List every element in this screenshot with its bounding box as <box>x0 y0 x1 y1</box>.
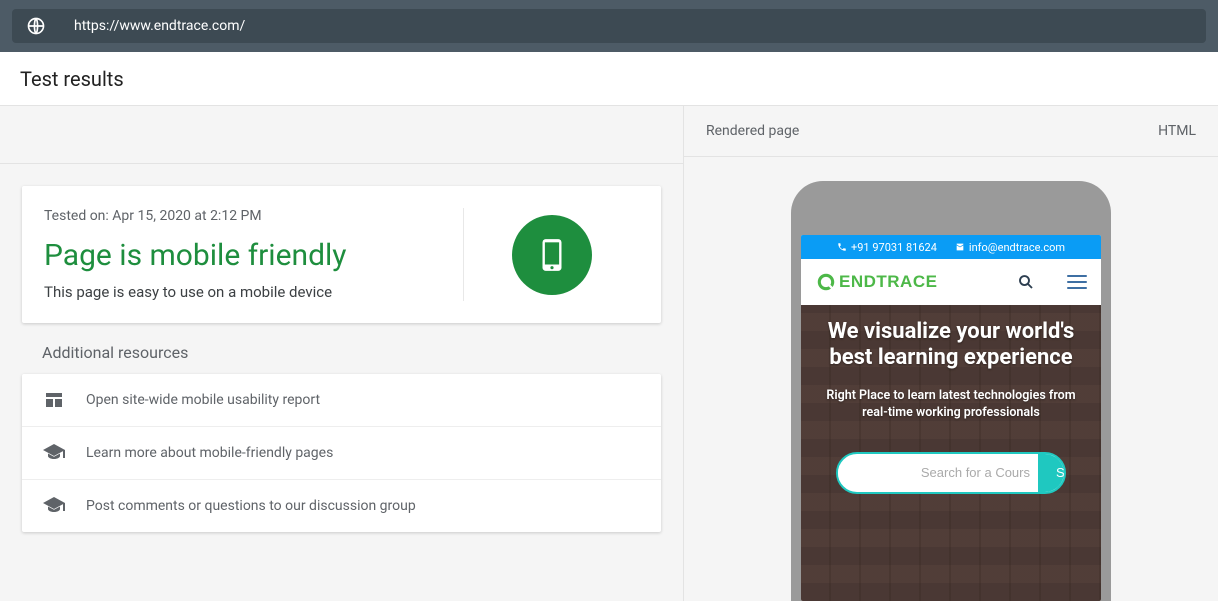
site-topbar: +91 97031 81624 info@endtrace.com <box>801 235 1101 259</box>
phone-icon <box>837 242 847 252</box>
resource-discussion-group[interactable]: Post comments or questions to our discus… <box>22 480 661 532</box>
right-panel: Rendered page HTML +91 97031 81624 info@… <box>684 106 1218 601</box>
device-frame: +91 97031 81624 info@endtrace.com ENDTRA… <box>791 181 1111 601</box>
left-panel: Tested on: Apr 15, 2020 at 2:12 PM Page … <box>0 106 684 601</box>
logo-text: ENDTRACE <box>839 272 937 292</box>
hamburger-menu-icon[interactable] <box>1067 275 1087 289</box>
topbar-email[interactable]: info@endtrace.com <box>955 241 1065 254</box>
topbar-phone[interactable]: +91 97031 81624 <box>837 241 937 254</box>
resource-usability-report[interactable]: Open site-wide mobile usability report <box>22 374 661 427</box>
resource-learn-more[interactable]: Learn more about mobile-friendly pages <box>22 427 661 480</box>
search-icon[interactable] <box>1017 273 1035 291</box>
browser-url-bar: https://www.endtrace.com/ <box>0 0 1218 52</box>
rendered-page-label: Rendered page <box>706 123 799 139</box>
course-search-box: Search <box>836 452 1066 494</box>
device-preview-area: +91 97031 81624 info@endtrace.com ENDTRA… <box>684 157 1218 601</box>
mail-icon <box>955 242 965 252</box>
result-badge-container <box>463 208 639 301</box>
course-search-input[interactable] <box>838 465 1038 480</box>
resource-label: Open site-wide mobile usability report <box>86 392 320 408</box>
mobile-friendly-badge <box>512 215 592 295</box>
course-search-button[interactable]: Search <box>1038 454 1066 492</box>
resource-label: Post comments or questions to our discus… <box>86 498 416 514</box>
globe-icon <box>26 16 46 36</box>
result-title: Page is mobile friendly <box>44 238 463 273</box>
logo-mark-icon <box>815 271 837 293</box>
hero-title: We visualize your world's best learning … <box>819 319 1083 372</box>
site-header: ENDTRACE <box>801 259 1101 305</box>
school-icon <box>42 494 66 518</box>
main-content: Tested on: Apr 15, 2020 at 2:12 PM Page … <box>0 106 1218 601</box>
web-icon <box>42 388 66 412</box>
resources-card: Open site-wide mobile usability report L… <box>22 374 661 532</box>
smartphone-icon <box>533 236 571 274</box>
right-panel-header: Rendered page HTML <box>684 106 1218 157</box>
result-subtitle: This page is easy to use on a mobile dev… <box>44 283 463 301</box>
page-title: Test results <box>20 67 124 91</box>
hero-subtitle: Right Place to learn latest technologies… <box>819 388 1083 422</box>
resource-label: Learn more about mobile-friendly pages <box>86 445 333 461</box>
url-text[interactable]: https://www.endtrace.com/ <box>74 18 245 34</box>
logo[interactable]: ENDTRACE <box>815 271 937 293</box>
hero-section: We visualize your world's best learning … <box>801 305 1101 601</box>
tested-on-text: Tested on: Apr 15, 2020 at 2:12 PM <box>44 208 463 224</box>
page-header: Test results <box>0 52 1218 106</box>
html-tab[interactable]: HTML <box>1158 123 1196 139</box>
url-input-container[interactable]: https://www.endtrace.com/ <box>12 9 1206 43</box>
school-icon <box>42 441 66 465</box>
left-section-header <box>0 106 683 164</box>
additional-resources-heading: Additional resources <box>42 343 661 362</box>
device-screen: +91 97031 81624 info@endtrace.com ENDTRA… <box>801 235 1101 601</box>
result-card: Tested on: Apr 15, 2020 at 2:12 PM Page … <box>22 186 661 323</box>
